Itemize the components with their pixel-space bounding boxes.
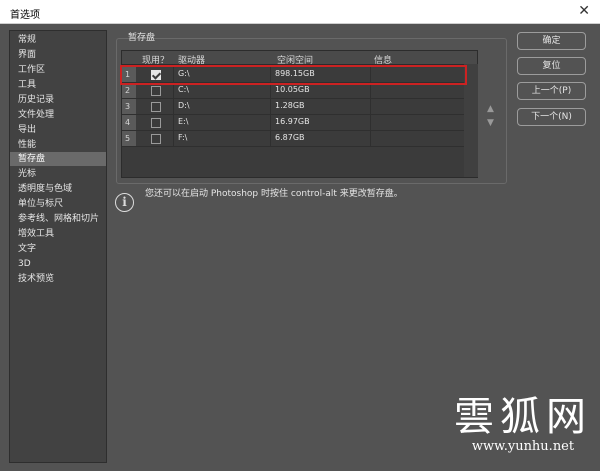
sidebar-item-plugins[interactable]: 增效工具: [10, 227, 106, 241]
table-row[interactable]: 3 D:\ 1.28GB: [122, 99, 477, 115]
row-number: 2: [122, 83, 136, 98]
free-space-cell: 1.28GB: [275, 101, 305, 110]
close-icon[interactable]: ✕: [578, 3, 590, 19]
drive-cell: F:\: [178, 133, 188, 142]
dialog-title-bar: 首选项 ✕: [0, 0, 600, 24]
table-row[interactable]: 5 F:\ 6.87GB: [122, 131, 477, 147]
active-checkbox[interactable]: [151, 102, 161, 112]
sidebar-item-transparency-gamut[interactable]: 透明度与色域: [10, 182, 106, 196]
info-text: 您还可以在启动 Photoshop 时按住 control-alt 来更改暂存盘…: [145, 189, 403, 199]
watermark-url: www.yunhu.net: [471, 439, 575, 454]
section-title: 暂存盘: [128, 33, 156, 43]
ok-button[interactable]: 确定: [517, 32, 586, 50]
watermark-logo-text: 雲狐网: [454, 394, 592, 440]
move-up-icon[interactable]: ▲: [487, 104, 494, 114]
table-row[interactable]: 4 E:\ 16.97GB: [122, 115, 477, 131]
row-number: 4: [122, 115, 136, 130]
preferences-sidebar: 常规 界面 工作区 工具 历史记录 文件处理 导出 性能 暂存盘 光标 透明度与…: [9, 30, 107, 463]
sidebar-item-3d[interactable]: 3D: [10, 257, 106, 271]
drive-cell: C:\: [178, 85, 189, 94]
row-number: 3: [122, 99, 136, 114]
active-checkbox[interactable]: [151, 86, 161, 96]
active-checkbox[interactable]: [151, 134, 161, 144]
next-button[interactable]: 下一个(N): [517, 108, 586, 126]
sidebar-item-performance[interactable]: 性能: [10, 138, 106, 152]
move-down-icon[interactable]: ▼: [487, 118, 494, 128]
sidebar-item-guides-grid-slices[interactable]: 参考线、网格和切片: [10, 212, 106, 226]
drive-cell: D:\: [178, 101, 190, 110]
free-space-cell: 6.87GB: [275, 133, 305, 142]
sidebar-item-interface[interactable]: 界面: [10, 48, 106, 62]
info-icon: i: [115, 193, 134, 212]
sidebar-item-general[interactable]: 常规: [10, 33, 106, 47]
watermark: 雲狐网 www.yunhu.net: [454, 395, 592, 454]
dialog-title: 首选项: [10, 10, 40, 21]
sidebar-item-type[interactable]: 文字: [10, 242, 106, 256]
sidebar-item-workspace[interactable]: 工作区: [10, 63, 106, 77]
drive-cell: E:\: [178, 117, 189, 126]
sidebar-item-cursors[interactable]: 光标: [10, 167, 106, 181]
table-row[interactable]: 2 C:\ 10.05GB: [122, 83, 477, 99]
free-space-cell: 10.05GB: [275, 85, 310, 94]
row-number: 5: [122, 131, 136, 146]
sidebar-item-file-handling[interactable]: 文件处理: [10, 108, 106, 122]
sidebar-item-technology-previews[interactable]: 技术预览: [10, 272, 106, 286]
sidebar-item-tools[interactable]: 工具: [10, 78, 106, 92]
free-space-cell: 16.97GB: [275, 117, 310, 126]
reset-button[interactable]: 复位: [517, 57, 586, 75]
sidebar-item-history-log[interactable]: 历史记录: [10, 93, 106, 107]
sidebar-item-units-rulers[interactable]: 单位与标尺: [10, 197, 106, 211]
sidebar-item-scratch-disks[interactable]: 暂存盘: [10, 152, 106, 166]
table-header: 现用？ 驱动器 空闲空间 信息: [122, 51, 477, 66]
sidebar-item-export[interactable]: 导出: [10, 123, 106, 137]
selection-highlight-box: [120, 65, 467, 85]
previous-button[interactable]: 上一个(P): [517, 82, 586, 100]
active-checkbox[interactable]: [151, 118, 161, 128]
